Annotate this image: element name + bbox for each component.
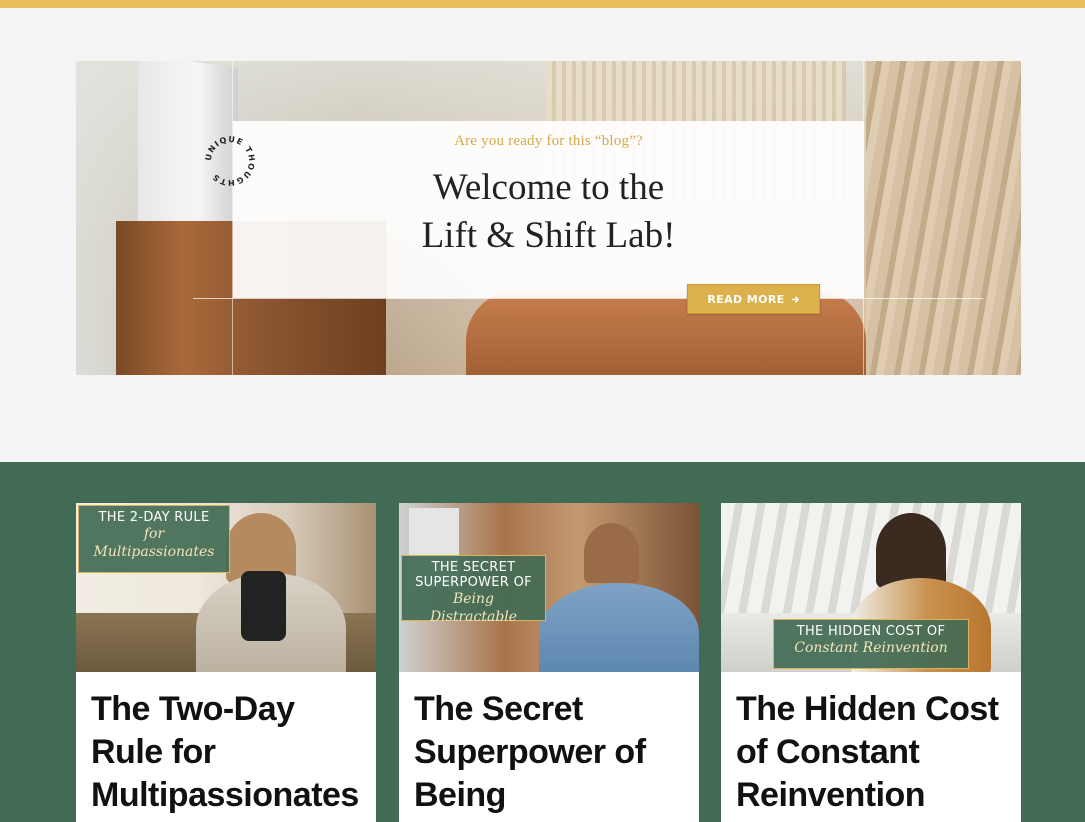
tag-heading: THE HIDDEN COST OF: [796, 624, 946, 639]
blanket-image: [866, 61, 1021, 375]
tag-script: for: [143, 526, 165, 542]
hero-title-line-2: Lift & Shift Lab!: [421, 215, 676, 256]
post-title[interactable]: The Two-Day Rule for Multipassionates: [76, 672, 376, 817]
post-title[interactable]: The Secret Superpower of Being: [399, 672, 699, 817]
read-more-button[interactable]: READ MORE: [687, 284, 820, 314]
tag-heading: THE SECRET: [431, 560, 516, 575]
post-title[interactable]: The Hidden Cost of Constant Reinvention: [721, 672, 1021, 817]
tag-heading: SUPERPOWER OF: [415, 575, 532, 590]
tag-heading: THE 2-DAY RULE: [98, 510, 210, 525]
blog-post-card[interactable]: THE 2-DAY RULE for Multipassionates The …: [76, 503, 376, 822]
tag-script: Constant Reinvention: [794, 640, 948, 656]
post-tag-overlay: THE SECRET SUPERPOWER OF Being Distracta…: [401, 555, 546, 625]
person-image: [876, 513, 946, 588]
read-more-label: READ MORE: [707, 292, 785, 306]
post-tag-overlay: THE 2-DAY RULE for Multipassionates: [78, 505, 230, 573]
hero-title: Welcome to the Lift & Shift Lab!: [233, 164, 864, 260]
tag-script: Multipassionates: [93, 544, 215, 560]
post-thumbnail[interactable]: THE HIDDEN COST OF Constant Reinvention: [721, 503, 1021, 672]
top-accent-bar: [0, 0, 1085, 8]
person-image: [584, 523, 639, 583]
unique-thoughts-badge-icon: UNIQUE THOUGHTS: [204, 135, 257, 187]
post-thumbnail[interactable]: THE SECRET SUPERPOWER OF Being Distracta…: [399, 503, 699, 672]
blog-post-card[interactable]: THE HIDDEN COST OF Constant Reinvention …: [721, 503, 1021, 822]
arrow-right-icon: [791, 295, 800, 303]
hero-eyebrow: Are you ready for this “blog”?: [454, 133, 643, 149]
tag-script: Being Distractable: [429, 591, 518, 625]
frame-line: [193, 298, 983, 299]
badge-text: UNIQUE THOUGHTS: [204, 135, 255, 187]
hero-title-line-1: Welcome to the: [432, 167, 665, 208]
post-tag-overlay: THE HIDDEN COST OF Constant Reinvention: [773, 619, 969, 669]
hero-banner: Are you ready for this “blog”? Welcome t…: [76, 61, 1021, 375]
blog-post-card[interactable]: THE SECRET SUPERPOWER OF Being Distracta…: [399, 503, 699, 822]
hero-text-card: Are you ready for this “blog”? Welcome t…: [233, 121, 864, 298]
post-thumbnail[interactable]: THE 2-DAY RULE for Multipassionates: [76, 503, 376, 672]
svg-text:UNIQUE THOUGHTS: UNIQUE THOUGHTS: [204, 135, 257, 187]
